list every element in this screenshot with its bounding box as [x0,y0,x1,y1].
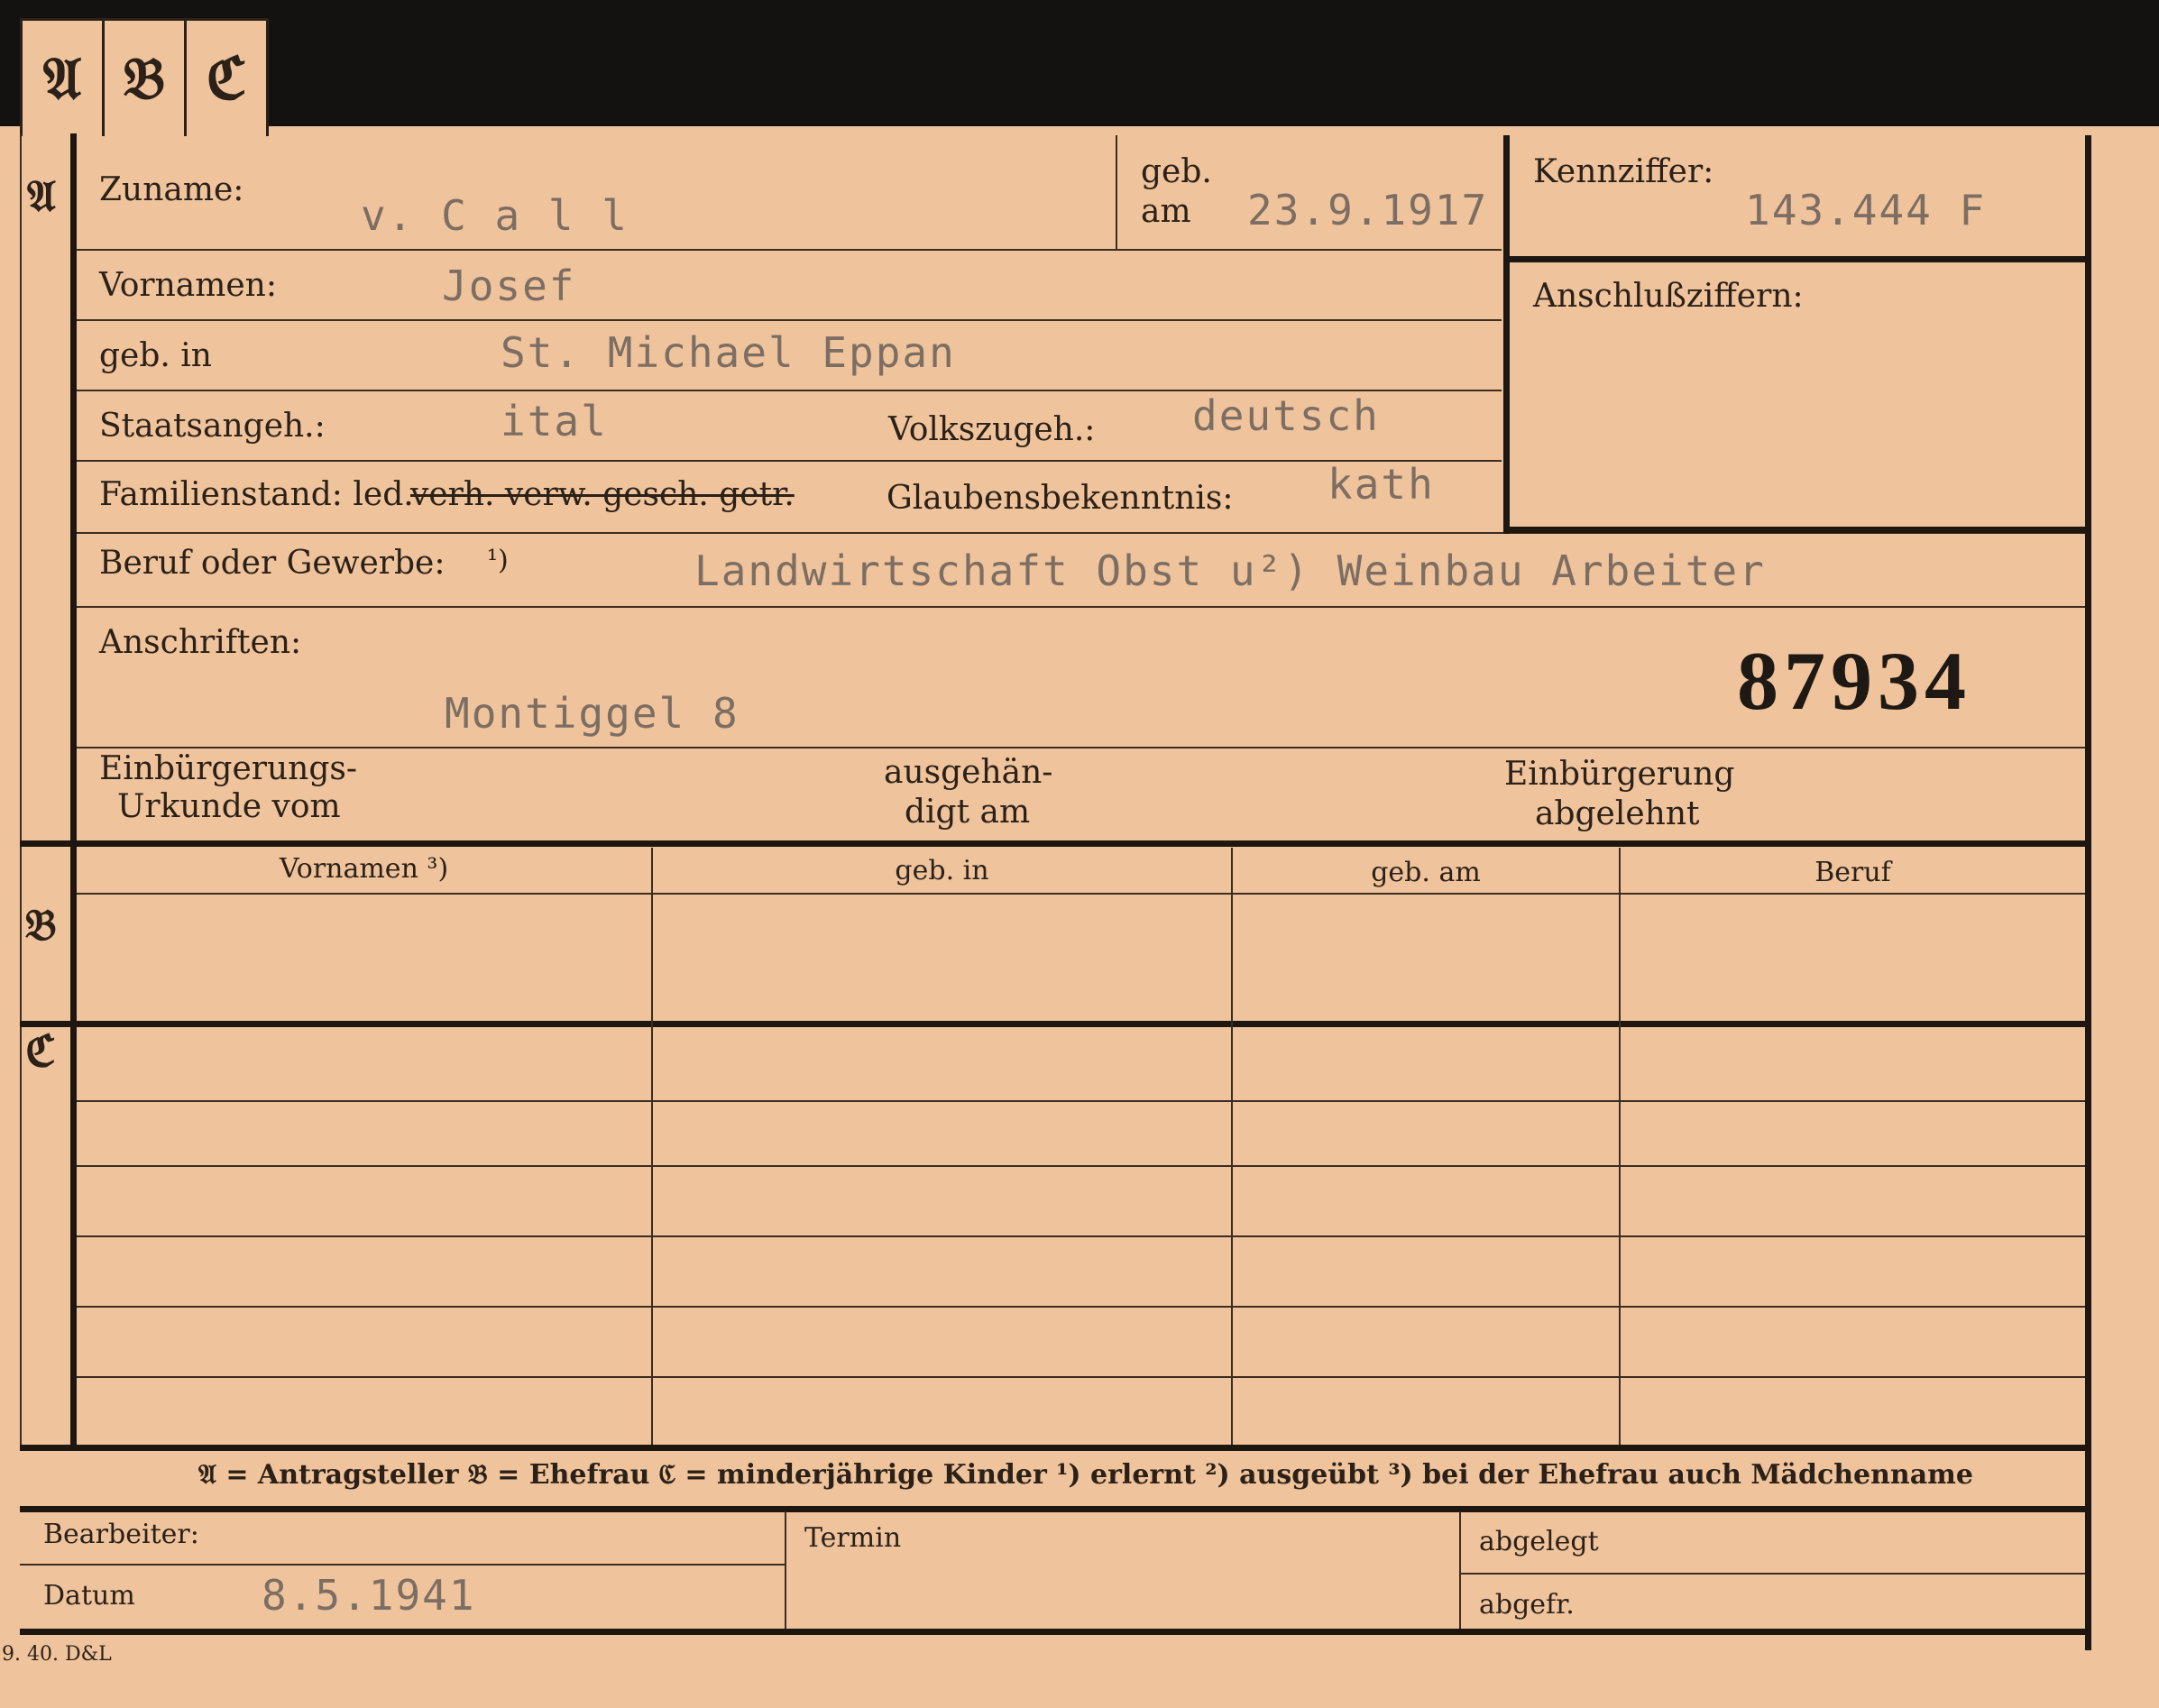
familienstand-struck-options: verh. verw. gesch. getr. [410,476,795,513]
geb-am-label: geb. [1141,153,1212,190]
rule [20,1445,2091,1451]
termin-label: Termin [804,1522,902,1554]
rule [77,460,1502,462]
anschlussziffern-label: Anschlußziffern: [1533,278,1804,315]
volkszugeh-value: deutsch [1192,391,1380,440]
kennziffer-value: 143.444 F [1745,186,1987,234]
einbuergerung-abgelehnt-label: abgelehnt [1535,795,1700,832]
rule [1116,135,1117,251]
zuname-label: Zuname: [99,171,244,208]
legend: 𝔄 = Antragsteller 𝔅 = Ehefrau ℭ = minder… [198,1459,1974,1491]
kennziffer-label: Kennziffer: [1533,153,1714,190]
rule [785,1511,786,1629]
rule [77,1235,2085,1237]
tab-a: 𝔄 [23,21,105,136]
rule [77,1306,2085,1308]
rule [20,133,22,1446]
rule [1231,848,1233,1445]
section-b-marker: 𝔅 [25,900,57,950]
zuname-value: v. C a l l [361,191,629,240]
card-tab: 𝔄 𝔅 ℭ [20,18,269,136]
ausgehaendigt-label: ausgehän- [884,754,1053,791]
geb-am-value: 23.9.1917 [1247,186,1489,234]
rule [70,133,77,1446]
rule [20,1629,2091,1635]
rule [2085,135,2091,1650]
section-a-marker: 𝔄 [27,171,56,222]
geb-am-label: am [1141,193,1191,230]
datum-label: Datum [43,1580,135,1612]
glaubensbekenntnis-value: kath [1328,460,1435,509]
tab-b: 𝔅 [105,21,187,136]
rule [77,893,2085,895]
geb-in-label: geb. in [99,337,212,374]
staatsangeh-label: Staatsangeh.: [99,408,326,445]
rule [77,747,2085,748]
anschriften-value: Montiggel 8 [445,689,740,738]
rule [1459,1511,1461,1629]
stamp-number: 87934 [1737,635,1971,727]
rule [77,1100,2085,1102]
abgefr-label: abgefr. [1479,1589,1575,1621]
rule [1503,256,2091,262]
vornamen-label: Vornamen: [99,267,277,304]
bearbeiter-label: Bearbeiter: [43,1519,199,1550]
rule [77,1165,2085,1167]
print-code: 9. 40. D&L [2,1643,112,1666]
glaubensbekenntnis-label: Glaubensbekenntnis: [887,480,1234,517]
rule [20,1564,786,1566]
staatsangeh-value: ital [501,397,608,445]
rule [1461,1573,2085,1575]
einbuergerungsurkunde-label: Einbürgerungs- [99,750,358,787]
einbuergerung-abgelehnt-label: Einbürgerung [1504,756,1735,793]
rule [77,1376,2085,1378]
column-header-geb-am: geb. am [1371,857,1481,888]
vornamen-value: Josef [442,262,576,310]
column-header-beruf: Beruf [1814,857,1891,888]
rule [1619,848,1621,1445]
abgelegt-label: abgelegt [1479,1526,1599,1557]
rule [651,848,653,1445]
column-header-vornamen: Vornamen ³) [279,853,449,885]
rule [20,1021,2091,1027]
column-header-geb-in: geb. in [895,855,989,886]
familienstand-label: Familienstand: led. [99,476,414,513]
anschriften-label: Anschriften: [99,624,302,661]
rule [77,249,1502,251]
rule [77,606,2085,608]
datum-value: 8.5.1941 [262,1571,476,1620]
ausgehaendigt-label: digt am [905,794,1031,831]
rule [1503,135,1510,534]
rule [20,1506,2091,1512]
geb-in-value: St. Michael Eppan [501,328,956,377]
tab-c: ℭ [206,44,247,113]
beruf-label: Beruf oder Gewerbe: [99,545,446,582]
rule [77,319,1502,321]
volkszugeh-label: Volkszugeh.: [888,411,1096,448]
rule [20,840,2091,847]
section-c-marker: ℭ [25,1026,56,1077]
beruf-note: ¹) [487,545,509,576]
einbuergerungsurkunde-label: Urkunde vom [117,788,341,825]
rule [1503,527,2091,533]
beruf-value: Landwirtschaft Obst u²) Weinbau Arbeiter [694,546,1766,595]
